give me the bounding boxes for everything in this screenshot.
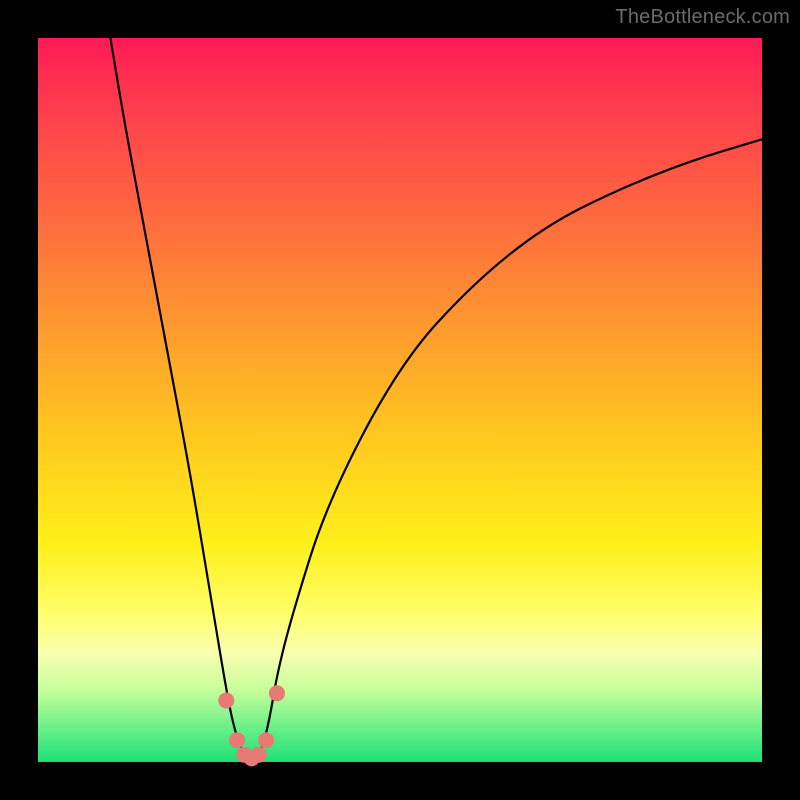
marker-group	[218, 685, 285, 766]
data-marker	[269, 685, 285, 701]
data-marker	[229, 732, 245, 748]
data-marker	[251, 747, 267, 763]
watermark-text: TheBottleneck.com	[615, 6, 790, 29]
chart-frame: TheBottleneck.com	[0, 0, 800, 800]
plot-area	[38, 38, 762, 762]
data-marker	[258, 732, 274, 748]
chart-svg	[38, 38, 762, 762]
bottleneck-curve	[110, 38, 762, 762]
data-marker	[218, 692, 234, 708]
